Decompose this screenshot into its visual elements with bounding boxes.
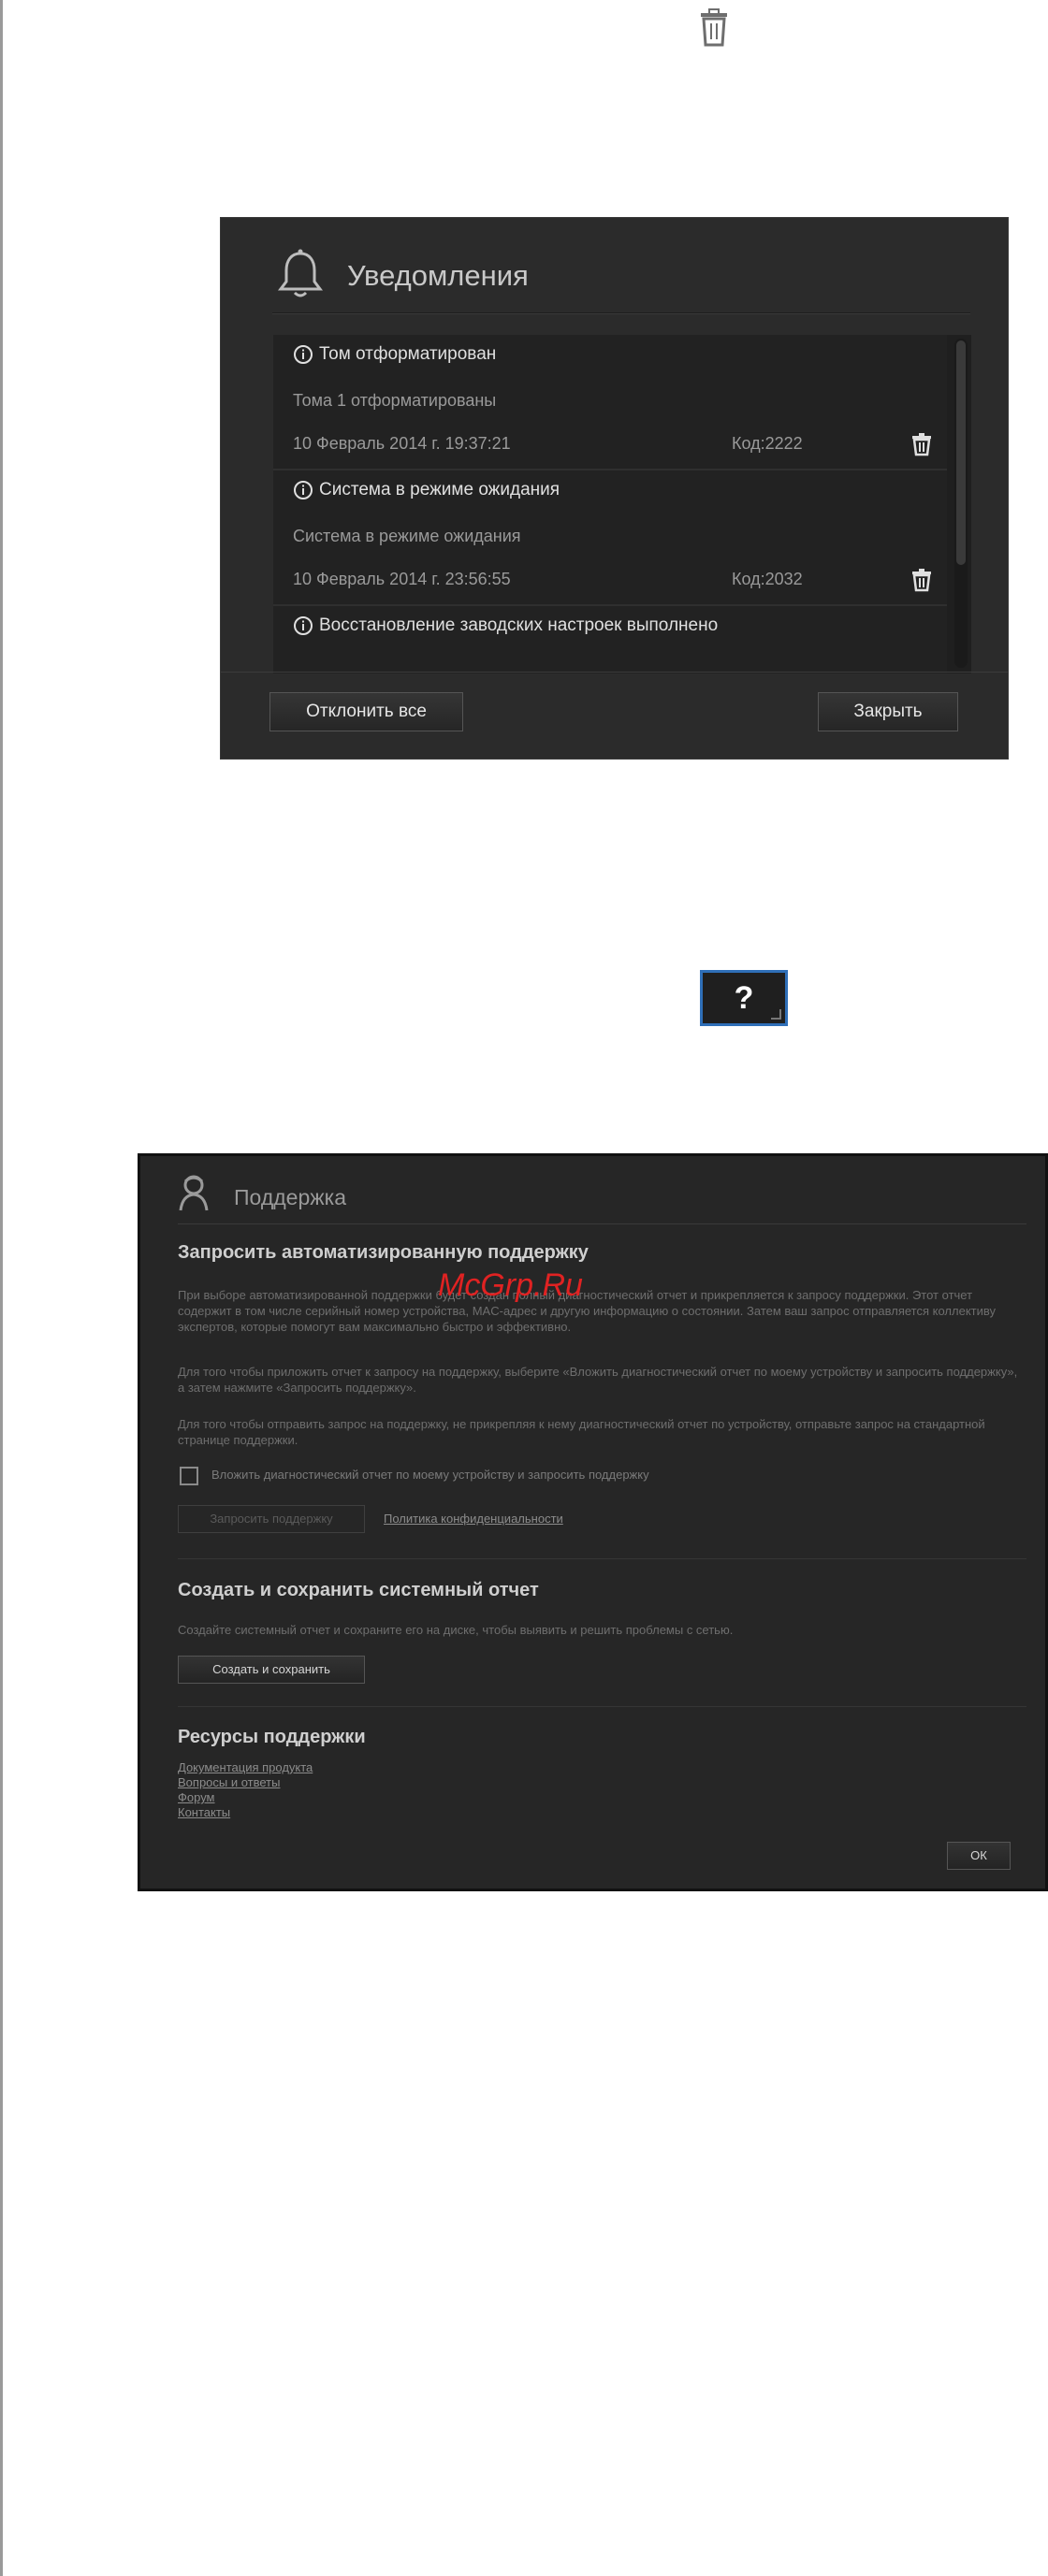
- trash-icon: [697, 7, 731, 49]
- notification-description: Тома 1 отформатированы: [293, 391, 497, 410]
- auto-support-text-1: При выборе автоматизированной поддержки …: [178, 1288, 996, 1334]
- ok-button[interactable]: ОК: [947, 1842, 1011, 1870]
- notification-item: Том отформатирован Тома 1 отформатирован…: [273, 335, 947, 470]
- notification-date: 10 Февраль 2014 г. 23:56:55: [293, 570, 511, 588]
- support-dialog: Поддержка Запросить автоматизированную п…: [138, 1153, 1048, 1891]
- support-resources-heading: Ресурсы поддержки: [178, 1727, 366, 1747]
- auto-support-heading: Запросить автоматизированную поддержку: [178, 1242, 589, 1263]
- system-report-heading: Создать и сохранить системный отчет: [178, 1580, 539, 1600]
- support-person-icon: [178, 1173, 211, 1212]
- notifications-header: Уведомления: [272, 246, 970, 302]
- info-icon: [294, 616, 313, 635]
- faq-link[interactable]: Вопросы и ответы: [178, 1775, 280, 1789]
- support-header: Поддержка: [178, 1173, 1045, 1220]
- help-button-label: ?: [734, 979, 754, 1016]
- info-icon: [294, 345, 313, 364]
- delete-icon[interactable]: [910, 568, 934, 592]
- info-icon: [294, 481, 313, 499]
- contacts-link[interactable]: Контакты: [178, 1805, 230, 1819]
- request-support-button[interactable]: Запросить поддержку: [178, 1505, 365, 1533]
- resize-grip-icon: [771, 1009, 781, 1020]
- auto-support-text-2: Для того чтобы приложить отчет к запросу…: [178, 1365, 1018, 1395]
- divider: [178, 1223, 1026, 1224]
- notification-date: 10 Февраль 2014 г. 19:37:21: [293, 434, 511, 453]
- dismiss-all-button[interactable]: Отклонить все: [269, 692, 463, 731]
- scrollbar[interactable]: [954, 339, 968, 668]
- page-left-rule: [0, 0, 3, 2576]
- footer-divider: [221, 672, 1008, 673]
- create-and-save-button[interactable]: Создать и сохранить: [178, 1656, 365, 1684]
- support-title: Поддержка: [234, 1185, 346, 1209]
- notification-title-row: Система в режиме ожидания: [293, 480, 560, 500]
- divider: [178, 1558, 1026, 1559]
- bell-icon: [272, 246, 328, 302]
- attach-report-label: Вложить диагностический отчет по моему у…: [211, 1468, 649, 1482]
- notification-description: Система в режиме ожидания: [293, 527, 521, 545]
- notifications-title: Уведомления: [347, 259, 529, 292]
- notification-title-row: Том отформатирован: [293, 344, 496, 365]
- notification-code: Код:2222: [732, 434, 803, 453]
- forum-link[interactable]: Форум: [178, 1790, 215, 1804]
- product-docs-link[interactable]: Документация продукта: [178, 1760, 313, 1774]
- notification-title-row: Восстановление заводских настроек выполн…: [293, 615, 718, 636]
- notification-code: Код:2032: [732, 570, 803, 588]
- notification-title: Восстановление заводских настроек выполн…: [319, 615, 719, 635]
- notifications-dialog: Уведомления Том отформатирован Тома 1 от…: [220, 217, 1009, 760]
- auto-support-text-3: Для того чтобы отправить запрос на подде…: [178, 1417, 985, 1447]
- notification-item: Восстановление заводских настроек выполн…: [273, 606, 947, 673]
- privacy-policy-link[interactable]: Политика конфиденциальности: [384, 1512, 563, 1526]
- close-button[interactable]: Закрыть: [818, 692, 958, 731]
- watermark: McGrp.Ru: [438, 1267, 583, 1303]
- notification-item: Система в режиме ожидания Система в режи…: [273, 470, 947, 606]
- notification-title: Том отформатирован: [319, 344, 497, 364]
- notification-title: Система в режиме ожидания: [319, 480, 560, 499]
- notifications-list[interactable]: Том отформатирован Тома 1 отформатирован…: [273, 335, 971, 673]
- delete-icon[interactable]: [910, 432, 934, 456]
- system-report-text: Создайте системный отчет и сохраните его…: [178, 1623, 734, 1637]
- divider: [272, 312, 970, 314]
- help-button[interactable]: ?: [700, 970, 788, 1026]
- attach-report-checkbox[interactable]: [180, 1467, 198, 1485]
- divider: [178, 1706, 1026, 1707]
- scrollbar-thumb[interactable]: [956, 340, 966, 565]
